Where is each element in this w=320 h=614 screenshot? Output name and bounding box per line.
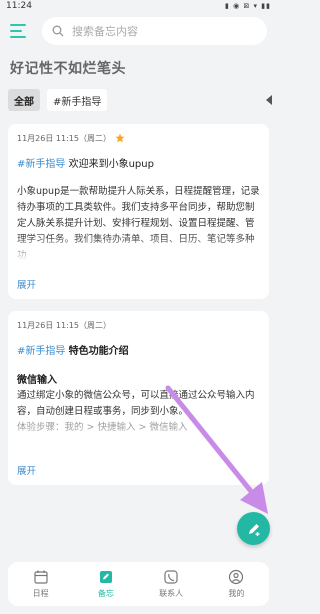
tab-schedule[interactable]: 日程: [8, 562, 73, 606]
profile-icon: [229, 569, 244, 585]
bottom-tab-bar: 日程 备忘 联系人 我的: [8, 562, 269, 606]
status-time: 11:24: [6, 1, 32, 11]
contacts-icon: [164, 570, 178, 584]
expand-link[interactable]: 展开: [17, 463, 36, 477]
tags-more-arrow-icon[interactable]: [266, 95, 272, 105]
card-headline: #新手指导 欢迎来到小象upup: [17, 158, 260, 172]
card-date: 11月26日 11:15（周二）: [17, 320, 111, 330]
menu-icon[interactable]: [10, 24, 28, 38]
pencil-icon: [248, 523, 259, 536]
card-body-text: 小象upup是一款帮助提升人际关系，日程提醒管理，记录待办事项的工具类软件。我们…: [17, 186, 260, 261]
add-memo-button[interactable]: [237, 512, 270, 545]
memo-icon: [99, 571, 112, 583]
page-title: 好记性不如烂笔头: [10, 61, 126, 77]
top-bar: 搜索备忘内容: [0, 16, 277, 46]
tag-beginner-guide[interactable]: #新手指导: [47, 89, 108, 111]
star-icon[interactable]: [115, 133, 125, 143]
expand-link[interactable]: 展开: [17, 277, 36, 291]
card-hashtag[interactable]: #新手指导: [17, 159, 65, 170]
tab-profile[interactable]: 我的: [204, 562, 269, 606]
tab-label: 联系人: [159, 589, 184, 598]
memo-card[interactable]: 11月26日 11:15（周二） #新手指导 欢迎来到小象upup 小象upup…: [8, 124, 269, 299]
tab-label: 备忘: [97, 589, 114, 598]
annotation-arrow-icon: [165, 385, 268, 514]
search-input[interactable]: 搜索备忘内容: [42, 17, 267, 45]
tab-contacts[interactable]: 联系人: [139, 562, 204, 606]
tab-label: 我的: [228, 589, 245, 598]
status-indicators: ▮ ◉ ⊠ ▾ ▮▮: [225, 2, 271, 10]
card-title: 欢迎来到小象upup: [68, 159, 154, 170]
tab-label: 日程: [32, 589, 49, 598]
calendar-icon: [34, 570, 48, 584]
card-headline: #新手指导 特色功能介绍: [17, 345, 260, 359]
card-hashtag[interactable]: #新手指导: [17, 346, 65, 357]
tag-all[interactable]: 全部: [8, 89, 40, 111]
tag-filter-bar: 全部 #新手指导: [8, 89, 277, 111]
search-icon: [52, 25, 64, 37]
card-title: 特色功能介绍: [68, 346, 129, 357]
card-body: 小象upup是一款帮助提升人际关系，日程提醒管理，记录待办事项的工具类软件。我们…: [17, 184, 260, 264]
card-date-row: 11月26日 11:15（周二）: [17, 132, 260, 144]
tab-memo[interactable]: 备忘: [73, 562, 138, 606]
search-placeholder: 搜索备忘内容: [72, 25, 138, 38]
card-date: 11月26日 11:15（周二）: [17, 133, 111, 143]
card-date-row: 11月26日 11:15（周二）: [17, 319, 260, 331]
status-bar: 11:24 ▮ ◉ ⊠ ▾ ▮▮: [0, 0, 277, 12]
